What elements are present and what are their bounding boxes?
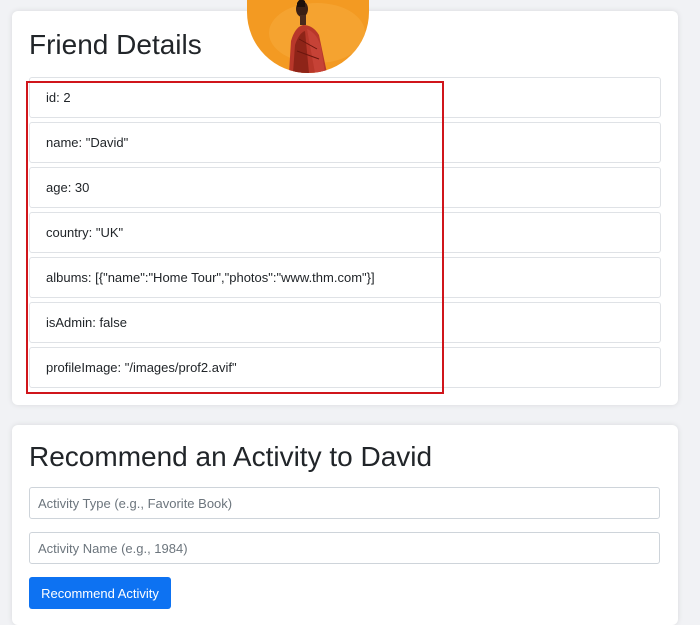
detail-item-age: age: 30 xyxy=(29,167,661,208)
profile-photo-icon xyxy=(247,0,369,73)
friend-detail-list: id: 2 name: "David" age: 30 country: "UK… xyxy=(29,77,661,392)
detail-item-name: name: "David" xyxy=(29,122,661,163)
detail-item-country: country: "UK" xyxy=(29,212,661,253)
detail-item-is-admin: isAdmin: false xyxy=(29,302,661,343)
friend-details-title: Friend Details xyxy=(29,29,202,60)
detail-item-albums: albums: [{"name":"Home Tour","photos":"w… xyxy=(29,257,661,298)
friend-details-card: Friend Details id: 2 name: "David" age: … xyxy=(12,0,678,405)
activity-name-input[interactable] xyxy=(29,532,660,564)
avatar xyxy=(247,0,369,73)
recommend-activity-card: Recommend an Activity to David Recommend… xyxy=(12,425,678,625)
activity-type-input[interactable] xyxy=(29,487,660,519)
detail-item-profile-image: profileImage: "/images/prof2.avif" xyxy=(29,347,661,388)
detail-item-id: id: 2 xyxy=(29,77,661,118)
recommend-activity-button[interactable]: Recommend Activity xyxy=(29,577,171,609)
recommend-activity-title: Recommend an Activity to David xyxy=(29,441,433,472)
